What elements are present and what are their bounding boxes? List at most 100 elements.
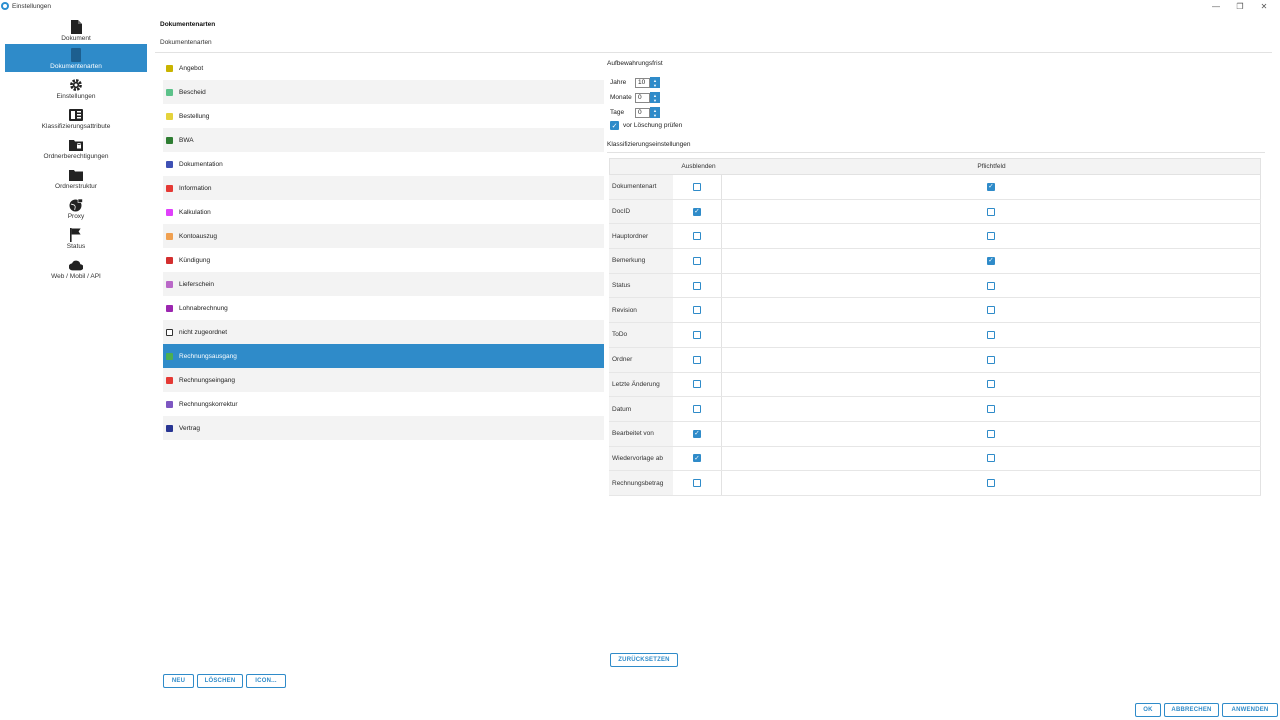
list-item[interactable]: Kontoauszug [163,224,604,248]
section-subtitle: Dokumentenarten [160,39,212,46]
years-stepper[interactable]: ▲ ▼ [650,77,660,88]
table-row: Hauptordner [609,224,1261,250]
attribute-label: Bemerkung [609,249,673,273]
required-checkbox[interactable] [987,380,995,389]
close-button[interactable]: ✕ [1252,0,1276,12]
hide-checkbox[interactable] [693,182,701,191]
hide-checkbox[interactable] [693,330,701,339]
list-item[interactable]: BWA [163,128,604,152]
sidebar-item-klassifizierungsattribute[interactable]: Klassifizierungsattribute [5,102,147,132]
reset-button[interactable]: ZURÜCKSETZEN [610,653,678,667]
required-checkbox[interactable] [987,232,995,241]
document-icon [69,20,83,34]
doc-type-icon [166,376,173,384]
list-item[interactable]: Rechnungsausgang [163,344,604,368]
list-item[interactable]: Kalkulation [163,200,604,224]
attribute-label: Wiedervorlage ab [609,446,673,471]
maximize-button[interactable]: ❐ [1228,0,1252,12]
attribute-label: Revision [609,298,673,323]
attribute-label: Rechnungsbetrag [609,471,673,495]
list-item[interactable]: Angebot [163,56,604,80]
attribute-label: Bearbeitet von [609,421,673,446]
sidebar-item-label: Ordnerstruktur [55,183,97,190]
days-input[interactable]: 0 [635,107,650,118]
check-before-delete-label: vor Löschung prüfen [623,122,683,129]
list-item[interactable]: Vertrag [163,416,604,440]
sidebar-item-ordnerstruktur[interactable]: Ordnerstruktur [5,162,147,192]
doc-type-icon [166,304,173,312]
years-input[interactable]: 10 [635,77,650,88]
doc-type-icon [166,160,173,168]
retention-title: Aufbewahrungsfrist [607,60,663,67]
required-checkbox[interactable] [987,281,995,290]
hide-cell [673,397,722,421]
table-row: Letzte Änderung [609,372,1261,398]
list-item[interactable]: Bestellung [163,104,604,128]
list-item[interactable]: Information [163,176,604,200]
minimize-button[interactable]: — [1204,0,1228,12]
required-checkbox[interactable] [987,182,995,191]
required-checkbox[interactable] [987,207,995,216]
sidebar-item-ordnerberechtigungen[interactable]: Ordnerberechtigungen [5,132,147,162]
list-item[interactable]: Kündigung [163,248,604,272]
sidebar-item-web-mobil-api[interactable]: Web / Mobil / API [5,252,147,282]
table-row: ToDo [609,323,1261,348]
app-logo-icon [1,2,9,10]
sidebar-item-dokumentenarten[interactable]: Dokumentenarten [5,44,147,72]
list-item[interactable]: Bescheid [163,80,604,104]
doc-type-icon [166,352,173,360]
hide-checkbox[interactable] [693,207,701,216]
hide-checkbox[interactable] [693,454,701,463]
list-item[interactable]: Rechnungskorrektur [163,392,604,416]
apply-button[interactable]: ANWENDEN [1222,703,1278,717]
sidebar-item-status[interactable]: Status [5,222,147,252]
doc-type-label: Bescheid [179,88,206,96]
list-item[interactable]: Rechnungseingang [163,368,604,392]
required-checkbox[interactable] [987,355,995,364]
sidebar-item-dokument[interactable]: Dokument [5,14,147,44]
hide-checkbox[interactable] [693,405,701,414]
months-spinner: 0 ▲ ▼ [635,92,660,103]
hide-checkbox[interactable] [693,355,701,364]
required-checkbox[interactable] [987,454,995,463]
hide-checkbox[interactable] [693,256,701,265]
required-checkbox[interactable] [987,306,995,315]
list-item[interactable]: Dokumentation [163,152,604,176]
globe-lock-icon [69,198,83,212]
check-before-delete-row[interactable]: ✓ vor Löschung prüfen [610,121,682,130]
hide-cell [673,224,722,249]
days-stepper[interactable]: ▲ ▼ [650,107,660,118]
list-item[interactable]: Lohnabrechnung [163,296,604,320]
months-stepper[interactable]: ▲ ▼ [650,92,660,103]
list-item[interactable]: nicht zugeordnet [163,320,604,344]
hide-checkbox[interactable] [693,479,701,488]
new-button[interactable]: NEU [163,674,194,688]
cancel-button[interactable]: ABBRECHEN [1164,703,1219,717]
hide-checkbox[interactable] [693,306,701,315]
required-checkbox[interactable] [987,330,995,339]
months-input[interactable]: 0 [635,92,650,103]
required-checkbox[interactable] [987,479,995,488]
icon-button[interactable]: ICON... [246,674,286,688]
doc-type-label: Bestellung [179,112,210,120]
ok-button[interactable]: OK [1135,703,1161,717]
doc-type-icon [166,136,173,144]
sidebar-item-proxy[interactable]: Proxy [5,192,147,222]
hide-cell [673,421,722,446]
hide-checkbox[interactable] [693,429,701,438]
hide-checkbox[interactable] [693,281,701,290]
header-cell-required: Pflichtfeld [977,163,1006,170]
required-cell [722,323,1261,347]
required-checkbox[interactable] [987,429,995,438]
check-before-delete-checkbox[interactable]: ✓ [610,121,619,130]
sidebar-item-label: Dokument [61,35,91,42]
delete-button[interactable]: LÖSCHEN [197,674,243,688]
days-spinner: 0 ▲ ▼ [635,107,660,118]
doc-type-label: Kündigung [179,256,211,264]
required-checkbox[interactable] [987,256,995,265]
hide-checkbox[interactable] [693,380,701,389]
list-item[interactable]: Lieferschein [163,272,604,296]
hide-checkbox[interactable] [693,232,701,241]
sidebar-item-einstellungen[interactable]: Einstellungen [5,72,147,102]
required-checkbox[interactable] [987,405,995,414]
